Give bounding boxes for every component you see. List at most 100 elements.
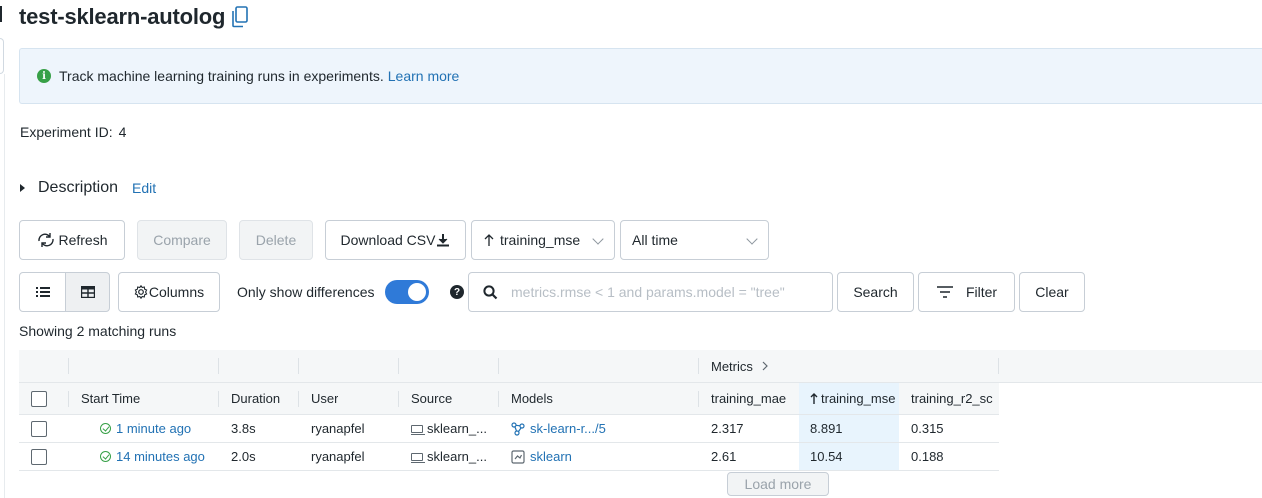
search-button[interactable]: Search [837,272,914,312]
success-status-icon [100,423,111,434]
column-separator [218,391,219,407]
metrics-group-label: Metrics [711,358,753,374]
sort-value: training_mse [500,232,581,248]
row-select-cell [31,443,47,470]
start-time-cell: 14 minutes ago [100,443,205,470]
search-input[interactable] [511,284,821,300]
select-all-checkbox[interactable] [31,390,47,407]
table-row: 14 minutes ago 2.0s ryanapfel sklearn_..… [19,443,999,471]
download-icon [437,234,450,247]
refresh-icon [38,233,55,247]
runs-table: Metrics Start Time Duration User Source … [19,350,1262,471]
clear-button[interactable]: Clear [1019,272,1085,312]
download-label: Download CSV [340,232,436,248]
refresh-button[interactable]: Refresh [19,220,125,260]
expand-caret-icon[interactable] [20,184,25,192]
column-separator [498,358,499,374]
page-title: test-sklearn-autolog [19,4,226,29]
info-icon: i [37,69,51,83]
sort-ascending-icon [484,234,494,246]
model-link[interactable]: sklearn [530,449,572,464]
column-separator [68,358,69,374]
description-row: Description Edit [20,178,156,198]
gear-icon [134,285,148,299]
column-separator [498,391,499,407]
header-training-r2[interactable]: training_r2_sc [911,383,999,414]
row-select-cell [31,415,47,442]
source-link[interactable]: sklearn_... [427,421,487,436]
training-mse-cell: 10.54 [799,443,899,470]
clear-label: Clear [1035,284,1069,300]
experiment-id-value: 4 [118,124,127,140]
column-separator [998,358,999,374]
source-cell: sklearn_... [411,415,487,442]
download-csv-button[interactable]: Download CSV [325,220,466,260]
header-start-time[interactable]: Start Time [81,383,140,414]
start-time-cell: 1 minute ago [100,415,191,442]
sort-select[interactable]: training_mse [471,220,615,260]
header-models[interactable]: Models [511,383,553,414]
model-link[interactable]: sk-learn-r.../5 [530,421,606,436]
time-range-select[interactable]: All time [620,220,769,260]
column-separator [698,391,699,407]
copy-icon[interactable] [231,6,249,28]
header-training-mae[interactable]: training_mae [711,383,786,414]
columns-label: Columns [148,284,205,300]
row-checkbox[interactable] [31,420,47,437]
load-more-button[interactable]: Load more [727,472,829,496]
training-r2-cell: 0.315 [911,421,944,436]
row-checkbox[interactable] [31,448,47,465]
user-cell: ryanapfel [311,449,365,464]
time-range-value: All time [632,232,678,248]
chevron-down-icon [592,233,604,245]
search-box [468,272,833,312]
registered-model-icon [511,421,525,436]
training-mae-cell: 2.317 [711,421,744,436]
refresh-label: Refresh [58,232,108,248]
header-duration[interactable]: Duration [231,383,280,414]
compare-label: Compare [153,232,211,248]
chevron-right-icon [762,361,768,371]
table-icon [80,286,95,298]
header-training-mse[interactable]: training_mse [799,383,899,414]
run-link[interactable]: 1 minute ago [116,421,191,436]
laptop-icon [411,424,425,435]
header-source[interactable]: Source [411,383,452,414]
metrics-group-header[interactable]: Metrics [711,350,770,382]
list-view-button[interactable] [19,272,66,312]
only-show-differences-toggle[interactable] [385,280,429,304]
filter-icon [936,286,953,298]
chevron-down-icon [746,233,758,245]
search-label: Search [853,284,898,300]
column-header-row: Start Time Duration User Source Models t… [19,383,999,415]
header-user[interactable]: User [311,383,338,414]
table-view-button[interactable] [65,272,110,312]
table-row: 1 minute ago 3.8s ryanapfel sklearn_... … [19,415,999,443]
select-all-cell [31,383,47,414]
edit-description-link[interactable]: Edit [132,180,156,196]
training-mae-cell: 2.61 [711,449,737,464]
run-link[interactable]: 14 minutes ago [116,449,205,464]
column-separator [298,391,299,407]
column-separator [298,358,299,374]
help-icon[interactable]: ? [450,285,464,299]
page-header: test-sklearn-autolog [19,4,249,30]
learn-more-link[interactable]: Learn more [388,68,460,84]
delete-label: Delete [255,232,297,248]
side-panel-tab[interactable] [0,38,4,74]
filter-label: Filter [965,284,998,300]
sort-ascending-icon [810,392,818,404]
laptop-icon [411,452,425,463]
success-status-icon [100,451,111,462]
delete-button[interactable]: Delete [239,220,313,260]
column-group-header-row: Metrics [19,350,1262,383]
models-cell: sklearn [511,443,572,470]
column-separator [218,358,219,374]
compare-button[interactable]: Compare [137,220,227,260]
source-link[interactable]: sklearn_... [427,449,487,464]
column-separator [398,358,399,374]
search-icon [483,284,498,299]
duration-cell: 2.0s [231,449,256,464]
filter-button[interactable]: Filter [918,272,1015,312]
columns-button[interactable]: Columns [118,272,220,312]
